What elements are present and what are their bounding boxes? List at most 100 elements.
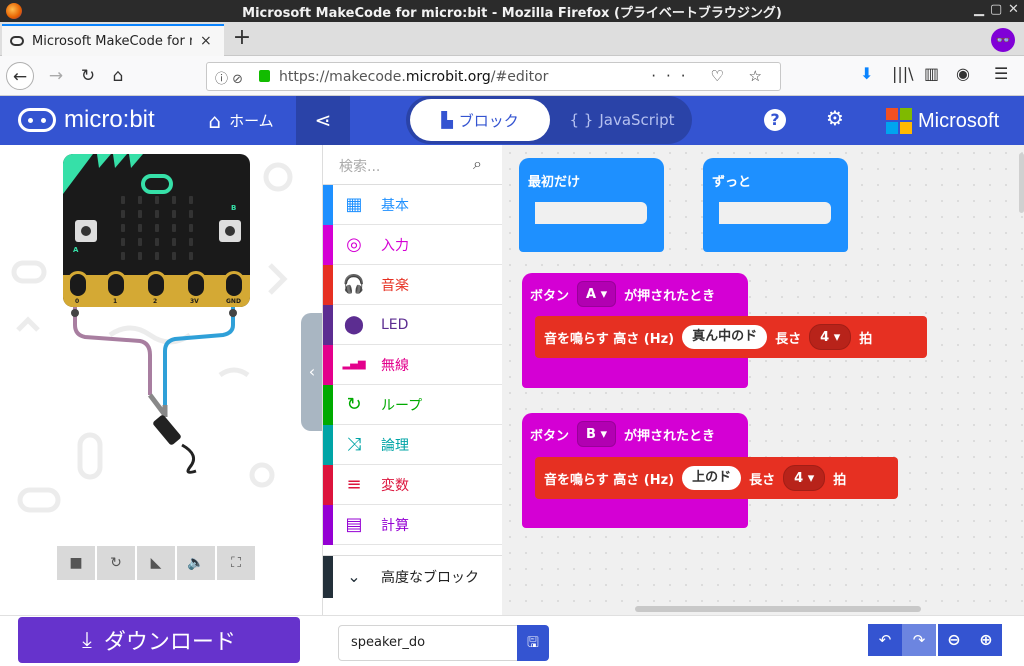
reload-button[interactable]: ↻ xyxy=(74,62,102,90)
category-label: ループ xyxy=(381,397,423,414)
on-start-label: 最初だけ xyxy=(528,175,581,190)
zoom-group: ⊖ ⊕ xyxy=(938,624,1002,656)
browser-tab[interactable]: Microsoft MakeCode for m × xyxy=(2,24,224,56)
toolbox-category-7[interactable]: ≡ 変数 xyxy=(323,464,503,505)
toolbox-category-3[interactable]: ⬤ LED xyxy=(323,304,503,345)
forever-slot[interactable] xyxy=(719,202,831,224)
javascript-tab[interactable]: { } JavaScript xyxy=(556,99,688,141)
new-tab-button[interactable]: + xyxy=(232,27,252,49)
play-tone-block-b[interactable]: 音を鳴らす 高さ (Hz) 上のド 長さ 4 ▾ 拍 xyxy=(535,457,898,499)
redo-button[interactable]: ↷ xyxy=(902,624,936,656)
close-window-icon[interactable]: ✕ xyxy=(1008,2,1019,17)
category-color-bar xyxy=(323,304,333,345)
advanced-blocks-category[interactable]: ⌄ 高度なブロック xyxy=(323,555,503,598)
javascript-label: JavaScript xyxy=(599,111,675,129)
category-color-bar xyxy=(323,224,333,265)
downloads-icon[interactable]: ⬇ xyxy=(860,64,873,83)
microsoft-logo[interactable]: Microsoft xyxy=(886,108,999,134)
loop-icon: ↻ xyxy=(346,394,362,415)
private-browsing-icon: 👓 xyxy=(991,28,1015,52)
toolbox-category-5[interactable]: ↻ ループ xyxy=(323,384,503,425)
category-color-bar xyxy=(323,384,333,425)
slow-motion-button[interactable]: ◣ xyxy=(137,546,175,580)
note-value-b[interactable]: 上のド xyxy=(682,466,742,490)
home-icon[interactable]: ⌂ xyxy=(104,62,132,90)
toolbox-category-0[interactable]: ▦ 基本 xyxy=(323,184,503,225)
on-start-block[interactable]: 最初だけ xyxy=(519,158,664,252)
minimize-icon[interactable]: ▁ xyxy=(974,2,984,17)
toolbox-category-4[interactable]: ▂▄▆ 無線 xyxy=(323,344,503,385)
beats-dropdown-b[interactable]: 4 ▾ xyxy=(783,465,826,491)
event-suffix: が押されたとき xyxy=(624,428,716,444)
download-button[interactable]: ⤓ ダウンロード xyxy=(18,617,300,663)
category-label: 入力 xyxy=(381,237,409,254)
maximize-icon[interactable]: ▢ xyxy=(990,2,1002,17)
page-actions[interactable]: ··· ♡ ☆ xyxy=(651,67,772,85)
tab-close-icon[interactable]: × xyxy=(200,33,212,49)
vertical-scrollbar[interactable] xyxy=(1019,153,1024,213)
floppy-disk-icon: 🖫 xyxy=(527,635,539,651)
library-icon[interactable]: |||\ xyxy=(892,64,914,83)
event-suffix: が押されたとき xyxy=(624,288,716,304)
beats-unit: 拍 xyxy=(833,472,847,488)
sidebar-icon[interactable]: ▥ xyxy=(924,64,939,83)
horizontal-scrollbar[interactable] xyxy=(635,606,921,612)
stop-button[interactable]: ■ xyxy=(57,546,95,580)
navigation-bar: ← → ↻ ⌂ ⓘ ⊘ https://makecode.microbit.or… xyxy=(0,56,1024,96)
forward-button[interactable]: → xyxy=(42,62,70,90)
project-name-input[interactable]: speaker_do xyxy=(338,625,518,661)
length-label: 長さ xyxy=(775,331,802,347)
category-color-bar xyxy=(323,344,333,385)
toolbox-category-8[interactable]: ▤ 計算 xyxy=(323,504,503,545)
puzzle-icon: ▙ xyxy=(441,111,453,129)
download-label: ダウンロード xyxy=(103,630,236,655)
category-label: LED xyxy=(381,316,409,333)
toolbox-search[interactable]: 検索... ⌕ xyxy=(323,145,503,185)
category-color-bar xyxy=(323,424,333,465)
beats-dropdown-a[interactable]: 4 ▾ xyxy=(809,324,852,350)
zoom-in-button[interactable]: ⊕ xyxy=(970,624,1002,656)
save-button[interactable]: 🖫 xyxy=(517,625,549,661)
fullscreen-button[interactable]: ⛶ xyxy=(217,546,255,580)
collapse-simulator-handle[interactable]: ‹ xyxy=(301,313,323,431)
help-icon[interactable]: ? xyxy=(764,109,786,131)
home-button[interactable]: ⌂ ホーム xyxy=(186,96,296,145)
blocks-tab[interactable]: ▙ ブロック xyxy=(410,99,550,141)
toolbox-category-2[interactable]: 🎧 音楽 xyxy=(323,264,503,305)
toggle-icon: ⬤ xyxy=(343,314,365,335)
settings-gear-icon[interactable]: ⚙ xyxy=(826,106,844,130)
back-button[interactable]: ← xyxy=(6,62,34,90)
blocks-workspace[interactable]: 最初だけ ずっと ボタン A ▾ が押されたとき 音を鳴らす 高さ (Hz) 真… xyxy=(502,145,1024,615)
advanced-label: 高度なブロック xyxy=(381,569,479,586)
account-icon[interactable]: ◉ xyxy=(956,64,970,83)
note-value-a[interactable]: 真ん中のド xyxy=(682,325,768,349)
signal-icon: ▂▄▆ xyxy=(342,359,366,370)
restart-button[interactable]: ↻ xyxy=(97,546,135,580)
category-label: 計算 xyxy=(381,517,409,534)
undo-button[interactable]: ↶ xyxy=(868,624,902,656)
microbit-logo[interactable]: micro:bit xyxy=(18,106,155,134)
button-dropdown-b[interactable]: B ▾ xyxy=(577,421,616,447)
toolbox-category-1[interactable]: ◎ 入力 xyxy=(323,224,503,265)
share-button[interactable]: ⋖ xyxy=(296,96,350,145)
lines-icon: ≡ xyxy=(346,474,362,495)
mute-button[interactable]: 🔈 xyxy=(177,546,215,580)
event-prefix: ボタン xyxy=(530,288,570,304)
button-dropdown-a[interactable]: A ▾ xyxy=(577,281,617,307)
search-input[interactable]: 検索... xyxy=(339,156,380,176)
zoom-out-button[interactable]: ⊖ xyxy=(938,624,970,656)
forever-block[interactable]: ずっと xyxy=(703,158,848,252)
url-bar[interactable]: ⓘ ⊘ https://makecode.microbit.org/#edito… xyxy=(206,62,781,91)
calculator-icon: ▤ xyxy=(345,514,363,535)
play-tone-block-a[interactable]: 音を鳴らす 高さ (Hz) 真ん中のド 長さ 4 ▾ 拍 xyxy=(535,316,927,358)
download-icon: ⤓ xyxy=(82,627,92,653)
menu-icon[interactable]: ☰ xyxy=(994,64,1008,83)
search-icon[interactable]: ⌕ xyxy=(473,154,482,174)
url-text: https://makecode.microbit.org/#editor xyxy=(279,69,549,85)
site-info-icon[interactable]: ⓘ ⊘ xyxy=(215,68,243,87)
length-label: 長さ xyxy=(749,472,776,488)
on-start-slot[interactable] xyxy=(535,202,647,224)
toolbox-category-6[interactable]: ⤨ 論理 xyxy=(323,424,503,465)
grid-icon: ▦ xyxy=(345,194,363,215)
category-label: 音楽 xyxy=(381,277,409,294)
